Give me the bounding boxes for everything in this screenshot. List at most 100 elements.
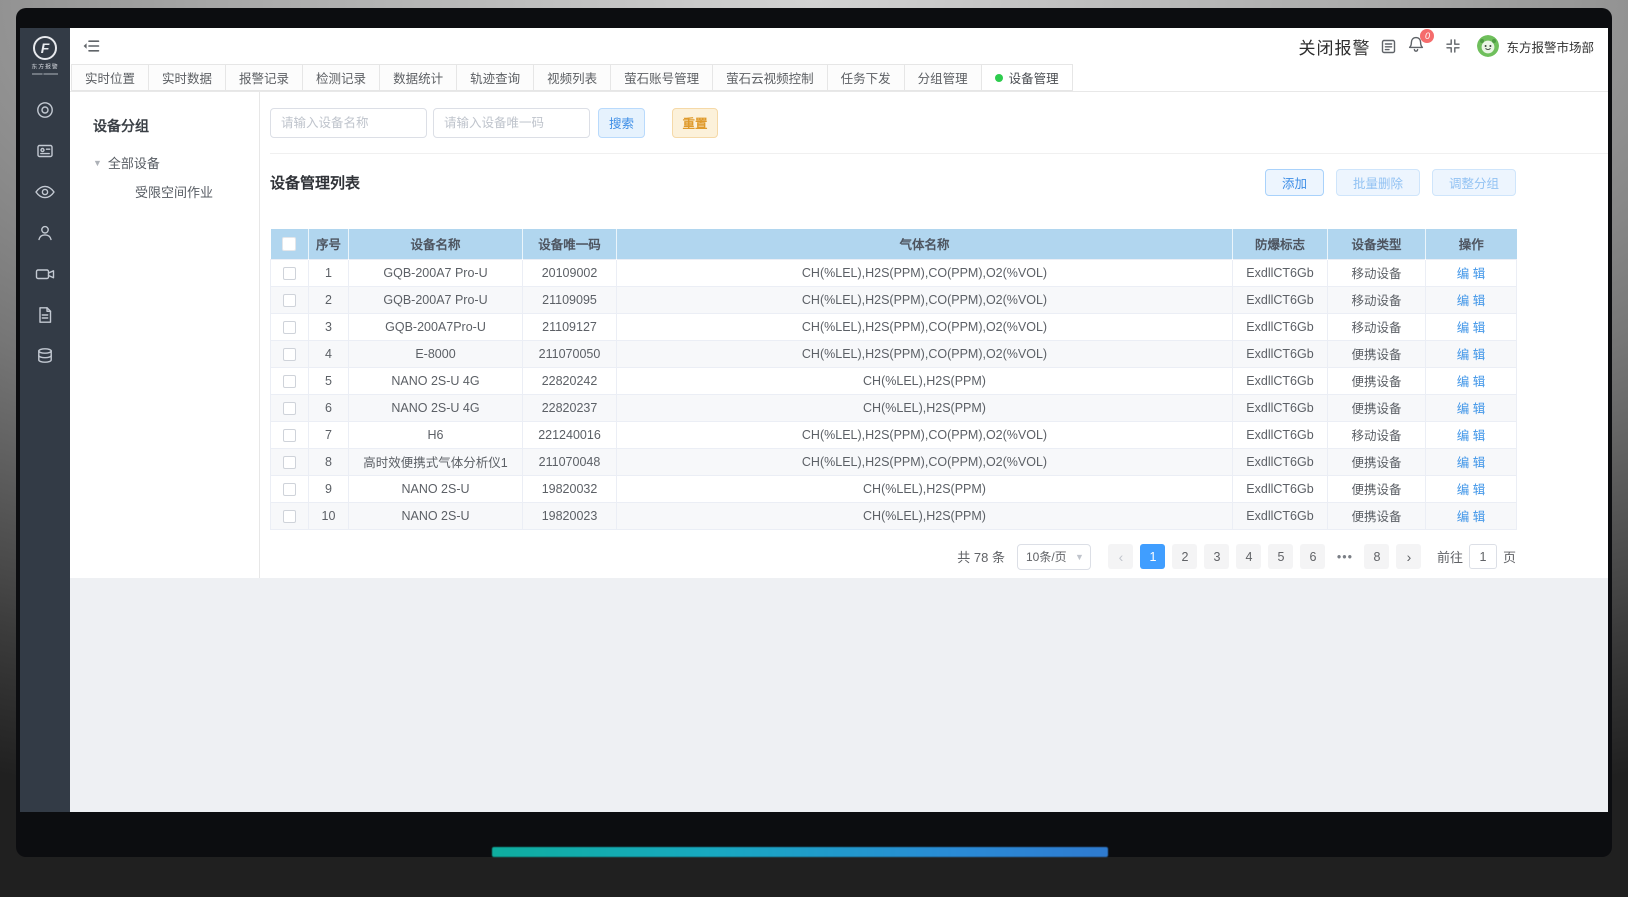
row-checkbox[interactable] bbox=[283, 375, 296, 388]
edit-link[interactable]: 编 辑 bbox=[1457, 294, 1485, 308]
row-checkbox[interactable] bbox=[283, 510, 296, 523]
row-gas-name: CH(%LEL),H2S(PPM),CO(PPM),O2(%VOL) bbox=[617, 448, 1233, 475]
batch-delete-button[interactable]: 批量删除 bbox=[1336, 169, 1420, 196]
add-button[interactable]: 添加 bbox=[1265, 169, 1324, 196]
tab-实时位置[interactable]: 实时位置 bbox=[71, 64, 149, 91]
row-checkbox[interactable] bbox=[283, 321, 296, 334]
goto-page-input[interactable] bbox=[1469, 544, 1497, 569]
row-device-name: NANO 2S-U bbox=[349, 502, 523, 529]
table-row: 6NANO 2S-U 4G22820237CH(%LEL),H2S(PPM)Ex… bbox=[271, 394, 1517, 421]
edit-link[interactable]: 编 辑 bbox=[1457, 267, 1485, 281]
fullscreen-icon[interactable] bbox=[1445, 38, 1461, 54]
row-device-code: 22820242 bbox=[523, 367, 617, 394]
id-card-icon[interactable] bbox=[28, 140, 62, 162]
sidebar-collapse-icon[interactable] bbox=[82, 38, 100, 54]
row-device-code: 19820023 bbox=[523, 502, 617, 529]
tab-视频列表[interactable]: 视频列表 bbox=[533, 64, 611, 91]
table-row: 3GQB-200A7Pro-U21109127CH(%LEL),H2S(PPM)… bbox=[271, 313, 1517, 340]
log-panel-icon[interactable] bbox=[1380, 38, 1397, 55]
row-checkbox[interactable] bbox=[283, 429, 296, 442]
user-icon[interactable] bbox=[28, 222, 62, 244]
page-size-value: 10条/页 bbox=[1026, 548, 1067, 565]
adjust-group-button[interactable]: 调整分组 bbox=[1432, 169, 1516, 196]
tree-title: 设备分组 bbox=[93, 116, 259, 136]
edit-link[interactable]: 编 辑 bbox=[1457, 321, 1485, 335]
edit-link[interactable]: 编 辑 bbox=[1457, 483, 1485, 497]
tab-萤石云视频控制[interactable]: 萤石云视频控制 bbox=[712, 64, 828, 91]
tab-轨迹查询[interactable]: 轨迹查询 bbox=[456, 64, 534, 91]
row-device-type: 便携设备 bbox=[1328, 502, 1426, 529]
tree-node-confined-space[interactable]: 受限空间作业 bbox=[135, 182, 259, 201]
row-gas-name: CH(%LEL),H2S(PPM),CO(PPM),O2(%VOL) bbox=[617, 313, 1233, 340]
page-size-select[interactable]: 10条/页 ▼ bbox=[1017, 544, 1091, 570]
sidebar-nav bbox=[28, 99, 62, 367]
edit-link[interactable]: 编 辑 bbox=[1457, 402, 1485, 416]
row-checkbox[interactable] bbox=[283, 267, 296, 280]
video-camera-icon[interactable] bbox=[28, 263, 62, 285]
close-alarm-button[interactable]: 关闭报警 bbox=[1298, 34, 1370, 59]
row-no: 5 bbox=[309, 367, 349, 394]
row-gas-name: CH(%LEL),H2S(PPM) bbox=[617, 394, 1233, 421]
row-gas-name: CH(%LEL),H2S(PPM),CO(PPM),O2(%VOL) bbox=[617, 259, 1233, 286]
row-device-type: 便携设备 bbox=[1328, 394, 1426, 421]
tab-实时数据[interactable]: 实时数据 bbox=[148, 64, 226, 91]
row-checkbox[interactable] bbox=[283, 402, 296, 415]
header-device-code: 设备唯一码 bbox=[523, 229, 617, 259]
edit-link[interactable]: 编 辑 bbox=[1457, 456, 1485, 470]
page-button-4[interactable]: 4 bbox=[1236, 544, 1261, 569]
monitor-frame: F 东方报警 bbox=[16, 8, 1612, 857]
user-name[interactable]: 东方报警市场部 bbox=[1506, 37, 1594, 56]
dashboard-icon[interactable] bbox=[28, 99, 62, 121]
prev-page-button[interactable]: ‹ bbox=[1108, 544, 1133, 569]
page-button-8[interactable]: 8 bbox=[1364, 544, 1389, 569]
row-device-code: 19820032 bbox=[523, 475, 617, 502]
database-icon[interactable] bbox=[28, 345, 62, 367]
row-gas-name: CH(%LEL),H2S(PPM) bbox=[617, 475, 1233, 502]
row-checkbox[interactable] bbox=[283, 294, 296, 307]
more-pages-button[interactable]: ••• bbox=[1332, 544, 1357, 569]
page-button-2[interactable]: 2 bbox=[1172, 544, 1197, 569]
edit-link[interactable]: 编 辑 bbox=[1457, 348, 1485, 362]
row-device-code: 22820237 bbox=[523, 394, 617, 421]
row-no: 3 bbox=[309, 313, 349, 340]
chevron-down-icon: ▼ bbox=[1075, 552, 1084, 562]
edit-link[interactable]: 编 辑 bbox=[1457, 375, 1485, 389]
edit-link[interactable]: 编 辑 bbox=[1457, 429, 1485, 443]
table-row: 10NANO 2S-U19820023CH(%LEL),H2S(PPM)Exdl… bbox=[271, 502, 1517, 529]
document-icon[interactable] bbox=[28, 304, 62, 326]
eye-icon[interactable] bbox=[28, 181, 62, 203]
sidebar: F 东方报警 bbox=[20, 28, 70, 812]
edit-link[interactable]: 编 辑 bbox=[1457, 510, 1485, 524]
page-button-5[interactable]: 5 bbox=[1268, 544, 1293, 569]
row-checkbox[interactable] bbox=[283, 456, 296, 469]
page-button-1[interactable]: 1 bbox=[1140, 544, 1165, 569]
tab-萤石账号管理[interactable]: 萤石账号管理 bbox=[610, 64, 713, 91]
device-code-input[interactable] bbox=[433, 108, 590, 138]
desktop-glow-strip bbox=[492, 847, 1108, 857]
page-button-6[interactable]: 6 bbox=[1300, 544, 1325, 569]
header-action: 操作 bbox=[1426, 229, 1517, 259]
notification-bell-icon[interactable]: 0 bbox=[1407, 35, 1425, 58]
tab-数据统计[interactable]: 数据统计 bbox=[379, 64, 457, 91]
tree-node-all-devices[interactable]: ▼ 全部设备 bbox=[93, 153, 259, 172]
tab-检测记录[interactable]: 检测记录 bbox=[302, 64, 380, 91]
user-avatar[interactable] bbox=[1477, 35, 1499, 57]
device-name-input[interactable] bbox=[270, 108, 427, 138]
tab-报警记录[interactable]: 报警记录 bbox=[225, 64, 303, 91]
row-gas-name: CH(%LEL),H2S(PPM),CO(PPM),O2(%VOL) bbox=[617, 340, 1233, 367]
tab-任务下发[interactable]: 任务下发 bbox=[827, 64, 905, 91]
reset-button[interactable]: 重置 bbox=[672, 108, 718, 138]
row-checkbox[interactable] bbox=[283, 348, 296, 361]
tab-分组管理[interactable]: 分组管理 bbox=[904, 64, 982, 91]
row-device-name: GQB-200A7 Pro-U bbox=[349, 259, 523, 286]
notification-badge: 0 bbox=[1420, 29, 1434, 43]
search-button[interactable]: 搜索 bbox=[598, 108, 645, 138]
tab-设备管理[interactable]: 设备管理 bbox=[981, 64, 1073, 91]
next-page-button[interactable]: › bbox=[1396, 544, 1421, 569]
chevron-down-icon: ▼ bbox=[93, 158, 102, 168]
device-list-panel: 搜索 重置 设备管理列表 添加 批量删除 调整分组 bbox=[260, 92, 1608, 578]
page-button-3[interactable]: 3 bbox=[1204, 544, 1229, 569]
table-header-row: 序号 设备名称 设备唯一码 气体名称 防爆标志 设备类型 操作 bbox=[271, 229, 1517, 259]
row-checkbox[interactable] bbox=[283, 483, 296, 496]
select-all-checkbox[interactable] bbox=[282, 237, 296, 251]
